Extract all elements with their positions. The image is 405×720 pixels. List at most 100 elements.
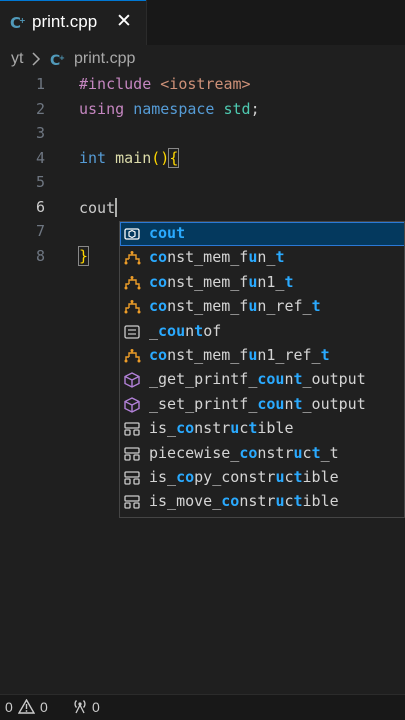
match-highlight: co	[149, 248, 168, 267]
code-token: ;	[250, 99, 260, 118]
code-line[interactable]: #include <iostream>	[79, 75, 251, 93]
breadcrumb-file[interactable]: print.cpp	[74, 50, 135, 68]
line-number: 5	[35, 173, 45, 191]
code-token: cout	[79, 198, 116, 217]
code-token: int	[79, 148, 107, 167]
suggestion-label: _get_printf_count_output	[149, 370, 366, 388]
label-text: nst_mem_f	[167, 346, 249, 364]
suggestion-item[interactable]: const_mem_fun_ref_t	[120, 295, 404, 319]
line-number: 2	[35, 99, 45, 118]
line-number: 8	[35, 246, 45, 265]
error-count[interactable]: 0	[5, 699, 13, 715]
svg-text:+: +	[19, 16, 26, 25]
match-highlight: t	[284, 272, 294, 291]
code-line[interactable]: cout	[79, 197, 118, 217]
match-highlight: t	[275, 248, 285, 267]
match-highlight: t	[194, 321, 204, 340]
label-text: nst_mem_f	[167, 297, 249, 316]
line-number: 7	[35, 222, 45, 240]
label-text: ible	[302, 492, 339, 511]
label-text: ible	[302, 468, 339, 486]
suggestion-item[interactable]: piecewise_construct_t	[120, 442, 404, 466]
template-icon	[124, 422, 140, 436]
label-text: of	[203, 321, 222, 340]
match-highlight: co	[239, 443, 258, 462]
close-icon[interactable]: ✕	[116, 10, 132, 32]
line-number: 3	[35, 124, 45, 142]
suggestion-item[interactable]: cout	[120, 222, 404, 246]
breadcrumb-folder[interactable]: yt	[11, 50, 23, 68]
struct-icon	[124, 300, 141, 314]
suggestion-item[interactable]: is_constructible	[120, 417, 404, 441]
suggestion-item[interactable]: is_move_constructible	[120, 490, 404, 514]
warning-count[interactable]: 0	[40, 699, 48, 715]
label-text: nstr	[194, 419, 231, 438]
match-highlight: co	[149, 346, 168, 364]
suggestion-item[interactable]: is_copy_constructible	[120, 466, 404, 490]
template-icon	[124, 471, 140, 485]
template-icon	[124, 495, 140, 510]
label-text: _get_printf_	[149, 370, 258, 389]
code-line[interactable]: int main(){	[79, 147, 180, 168]
match-highlight: cout	[149, 224, 186, 242]
label-text: n	[185, 321, 195, 340]
suggestion-label: is_move_constructible	[149, 492, 339, 510]
label-text: c	[239, 419, 249, 438]
label-text: nstr	[257, 443, 294, 462]
struct-icon	[124, 349, 141, 363]
ports-count[interactable]: 0	[92, 699, 100, 715]
suggestion-label: is_copy_constructible	[149, 468, 339, 486]
match-highlight: t	[293, 394, 303, 413]
tab-label: print.cpp	[32, 12, 98, 31]
tab-print-cpp[interactable]: C + print.cpp ✕	[0, 0, 146, 45]
label-text: nst_mem_f	[167, 272, 249, 291]
match-highlight: co	[176, 468, 195, 486]
keyword-icon	[124, 324, 140, 339]
label-text: n_ref_	[257, 297, 312, 316]
chevron-right-icon	[32, 52, 41, 66]
suggestion-label: const_mem_fun_ref_t	[149, 297, 321, 315]
code-token: }	[77, 245, 90, 266]
suggestion-item[interactable]: const_mem_fun1_ref_t	[120, 344, 404, 368]
suggestion-item[interactable]: const_mem_fun1_t	[120, 271, 404, 295]
suggestion-label: _set_printf_count_output	[149, 395, 366, 413]
suggestion-item[interactable]: _countof	[120, 320, 404, 344]
broadcast-icon[interactable]	[71, 698, 89, 714]
match-highlight: t	[320, 346, 330, 364]
cpp-file-icon: C +	[10, 14, 26, 32]
suggestion-item[interactable]: _set_printf_count_output	[120, 393, 404, 417]
match-highlight: cou	[257, 394, 285, 413]
svg-text:+: +	[59, 54, 65, 62]
label-text: ible	[257, 419, 294, 438]
suggestion-label: is_constructible	[149, 419, 294, 437]
match-highlight: cou	[158, 321, 186, 340]
suggestion-label: piecewise_construct_t	[149, 444, 339, 462]
text-cursor	[115, 197, 118, 217]
match-highlight: t	[293, 468, 303, 486]
label-text: _t	[320, 443, 339, 462]
match-highlight: cou	[257, 370, 285, 389]
suggestion-item[interactable]: _get_printf_count_output	[120, 368, 404, 392]
code-token: {	[168, 147, 180, 168]
tab-bar: C + print.cpp ✕	[0, 0, 405, 45]
method-icon	[124, 397, 140, 413]
label-text: c	[284, 468, 294, 486]
warning-icon[interactable]	[18, 699, 35, 714]
suggestion-label: const_mem_fun_t	[149, 248, 284, 266]
method-icon	[124, 372, 140, 389]
line-number: 4	[35, 148, 45, 167]
label-text: is_	[149, 419, 177, 438]
code-line[interactable]: }	[77, 245, 90, 266]
label-text: _output	[302, 394, 366, 413]
label-text: nstr	[239, 492, 276, 511]
label-text: is_move_	[149, 492, 222, 511]
match-highlight: t	[311, 443, 321, 462]
suggestion-item[interactable]: const_mem_fun_t	[120, 246, 404, 270]
code-token: #include	[79, 75, 152, 93]
label-text: py_constr	[194, 468, 276, 486]
code-line[interactable]: using namespace std;	[79, 100, 260, 118]
